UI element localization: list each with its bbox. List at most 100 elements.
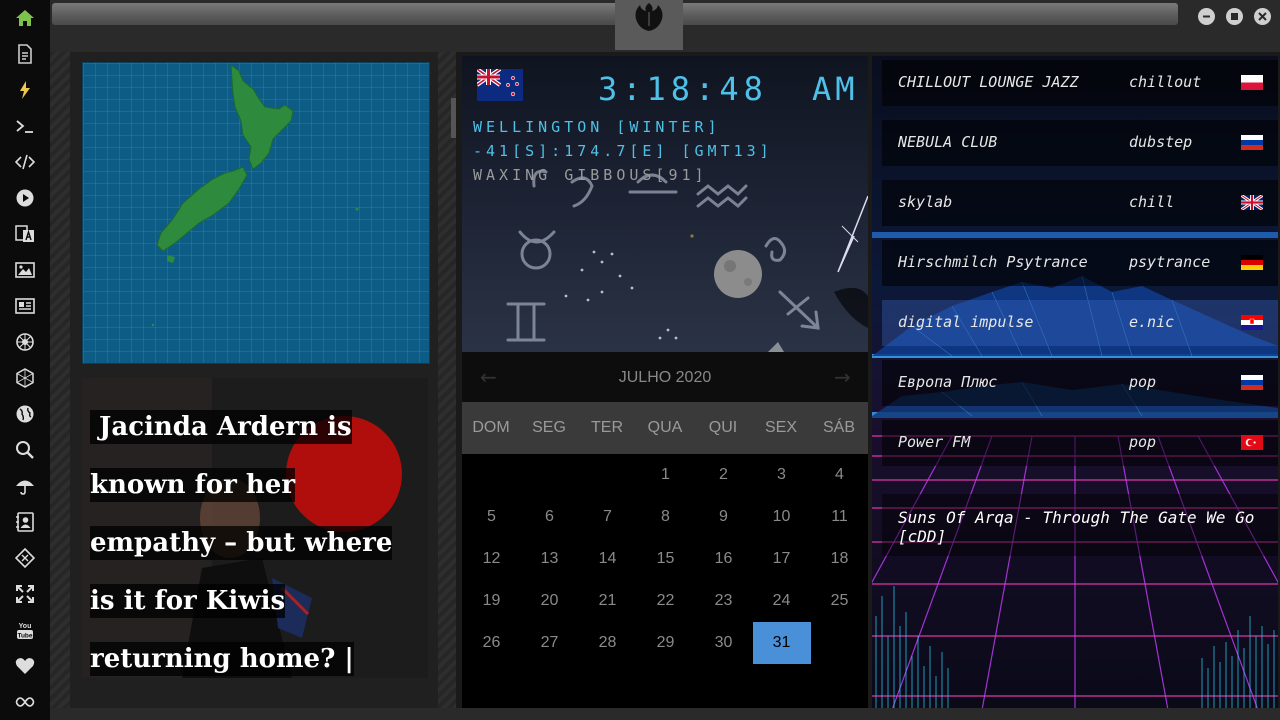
station-item[interactable]: Hirschmilch Psytrance psytrance bbox=[882, 240, 1278, 286]
calendar-date[interactable]: 12 bbox=[463, 538, 521, 580]
translate-icon[interactable] bbox=[13, 222, 37, 246]
minimize-button[interactable] bbox=[1198, 8, 1215, 25]
code-icon[interactable] bbox=[13, 150, 37, 174]
news-line-5: returning home? | bbox=[90, 642, 354, 676]
calendar-today[interactable]: 31 bbox=[752, 622, 811, 664]
calendar-date[interactable]: 11 bbox=[811, 496, 869, 538]
play-icon[interactable] bbox=[13, 186, 37, 210]
station-item[interactable]: NEBULA CLUB dubstep bbox=[882, 120, 1278, 166]
station-name: Европа Плюс bbox=[898, 373, 998, 391]
weekday-dom: DOM bbox=[472, 419, 510, 436]
svg-text:You: You bbox=[19, 623, 32, 630]
rebel-icon[interactable] bbox=[13, 330, 37, 354]
now-playing-title: Suns Of Arqa - Through The Gate We Go [c… bbox=[898, 508, 1255, 546]
document-icon[interactable] bbox=[13, 42, 37, 66]
calendar-date[interactable]: 27 bbox=[521, 622, 579, 664]
station-item[interactable]: CHILLOUT LOUNGE JAZZ chillout bbox=[882, 60, 1278, 106]
weekday-sab: SÁB bbox=[822, 419, 855, 436]
calendar-date[interactable]: 15 bbox=[637, 538, 695, 580]
calendar-date[interactable]: 1 bbox=[637, 454, 695, 496]
news-headline[interactable]: Jacinda Ardern is known for her empathy … bbox=[82, 398, 428, 678]
tr-flag-icon bbox=[1241, 435, 1263, 450]
calendar-date[interactable]: 23 bbox=[695, 580, 753, 622]
contact-icon[interactable] bbox=[13, 510, 37, 534]
station-genre: e.nic bbox=[1129, 313, 1175, 331]
calendar-date[interactable]: 18 bbox=[811, 538, 869, 580]
station-name: NEBULA CLUB bbox=[898, 133, 998, 151]
logo-tab[interactable] bbox=[615, 0, 683, 50]
search-icon[interactable] bbox=[13, 438, 37, 462]
calendar-date[interactable]: 21 bbox=[579, 580, 637, 622]
newspaper-icon[interactable] bbox=[13, 294, 37, 318]
calendar-date[interactable]: 6 bbox=[521, 496, 579, 538]
nz-map[interactable] bbox=[82, 62, 430, 364]
calendar-date[interactable]: 13 bbox=[521, 538, 579, 580]
fullscreen-icon[interactable] bbox=[13, 582, 37, 606]
calendar-date[interactable]: 20 bbox=[521, 580, 579, 622]
calendar-date[interactable]: 22 bbox=[637, 580, 695, 622]
tag-icon[interactable] bbox=[13, 546, 37, 570]
calendar-date[interactable]: 30 bbox=[695, 622, 753, 664]
globe-icon[interactable] bbox=[13, 402, 37, 426]
station-genre: chillout bbox=[1129, 73, 1202, 91]
infinity-icon[interactable] bbox=[13, 690, 37, 714]
maximize-button[interactable] bbox=[1226, 8, 1243, 25]
calendar-date[interactable]: 2 bbox=[695, 454, 753, 496]
station-genre: dubstep bbox=[1129, 133, 1193, 151]
weekday-qua: QUA bbox=[647, 419, 683, 436]
calendar-date[interactable]: 5 bbox=[463, 496, 521, 538]
svg-text:Tube: Tube bbox=[17, 632, 32, 639]
umbrella-icon[interactable] bbox=[13, 474, 37, 498]
terminal-icon[interactable] bbox=[13, 114, 37, 138]
pl-flag-icon bbox=[1241, 75, 1263, 90]
calendar: ← JULHO 2020 → DOM SEG TER QUA QUI SEX S… bbox=[462, 352, 868, 708]
calendar-date[interactable]: 17 bbox=[753, 538, 811, 580]
news-line-4: is it for Kiwis bbox=[90, 584, 286, 618]
station-genre: pop bbox=[1129, 373, 1157, 391]
clock-location: WELLINGTON [WINTER] bbox=[473, 118, 721, 136]
calendar-date[interactable]: 8 bbox=[637, 496, 695, 538]
panel-scrollbar[interactable] bbox=[451, 98, 456, 138]
nz-landmass bbox=[151, 63, 359, 327]
youtube-icon[interactable]: You Tube bbox=[13, 618, 37, 642]
calendar-date[interactable]: 28 bbox=[579, 622, 637, 664]
station-item[interactable]: Европа Плюс pop bbox=[882, 360, 1278, 406]
calendar-date[interactable]: 19 bbox=[463, 580, 521, 622]
news-card[interactable]: Jacinda Ardern is known for her empathy … bbox=[82, 378, 428, 678]
station-item[interactable]: digital impulse e.nic bbox=[882, 300, 1278, 346]
calendar-date[interactable]: 9 bbox=[695, 496, 753, 538]
clock-ampm: AM bbox=[812, 70, 859, 108]
station-name: digital impulse bbox=[898, 313, 1034, 331]
calendar-date[interactable]: 24 bbox=[753, 580, 811, 622]
home-icon[interactable] bbox=[13, 6, 37, 30]
calendar-date[interactable]: 25 bbox=[811, 580, 869, 622]
weekday-sex: SEX bbox=[764, 419, 797, 436]
station-item[interactable]: skylab chill bbox=[882, 180, 1278, 226]
station-item[interactable]: Power FM pop bbox=[882, 420, 1278, 466]
hr-flag-icon bbox=[1241, 315, 1263, 330]
close-button[interactable] bbox=[1254, 8, 1271, 25]
station-name: CHILLOUT LOUNGE JAZZ bbox=[898, 73, 1079, 91]
heart-icon[interactable] bbox=[13, 654, 37, 678]
weekday-qui: QUI bbox=[708, 419, 738, 436]
rebel-alliance-logo bbox=[635, 3, 663, 31]
station-name: skylab bbox=[898, 193, 953, 211]
calendar-date[interactable]: 14 bbox=[579, 538, 637, 580]
bottom-bar bbox=[50, 708, 1280, 720]
calendar-date[interactable]: 7 bbox=[579, 496, 637, 538]
image-icon[interactable] bbox=[13, 258, 37, 282]
calendar-date[interactable]: 10 bbox=[753, 496, 811, 538]
calendar-date[interactable]: 3 bbox=[753, 454, 811, 496]
minimize-icon bbox=[1203, 15, 1210, 18]
news-line-2: known for her bbox=[90, 468, 296, 502]
next-month-button[interactable]: → bbox=[834, 365, 851, 389]
calendar-date[interactable]: 4 bbox=[811, 454, 869, 496]
clock-time: 3:18:48 bbox=[598, 70, 768, 108]
hexagon-icon[interactable] bbox=[13, 366, 37, 390]
calendar-date[interactable]: 29 bbox=[637, 622, 695, 664]
lightning-icon[interactable] bbox=[13, 78, 37, 102]
station-genre: chill bbox=[1129, 193, 1175, 211]
calendar-date[interactable]: 16 bbox=[695, 538, 753, 580]
station-name: Power FM bbox=[898, 433, 971, 451]
calendar-date[interactable]: 26 bbox=[463, 622, 521, 664]
